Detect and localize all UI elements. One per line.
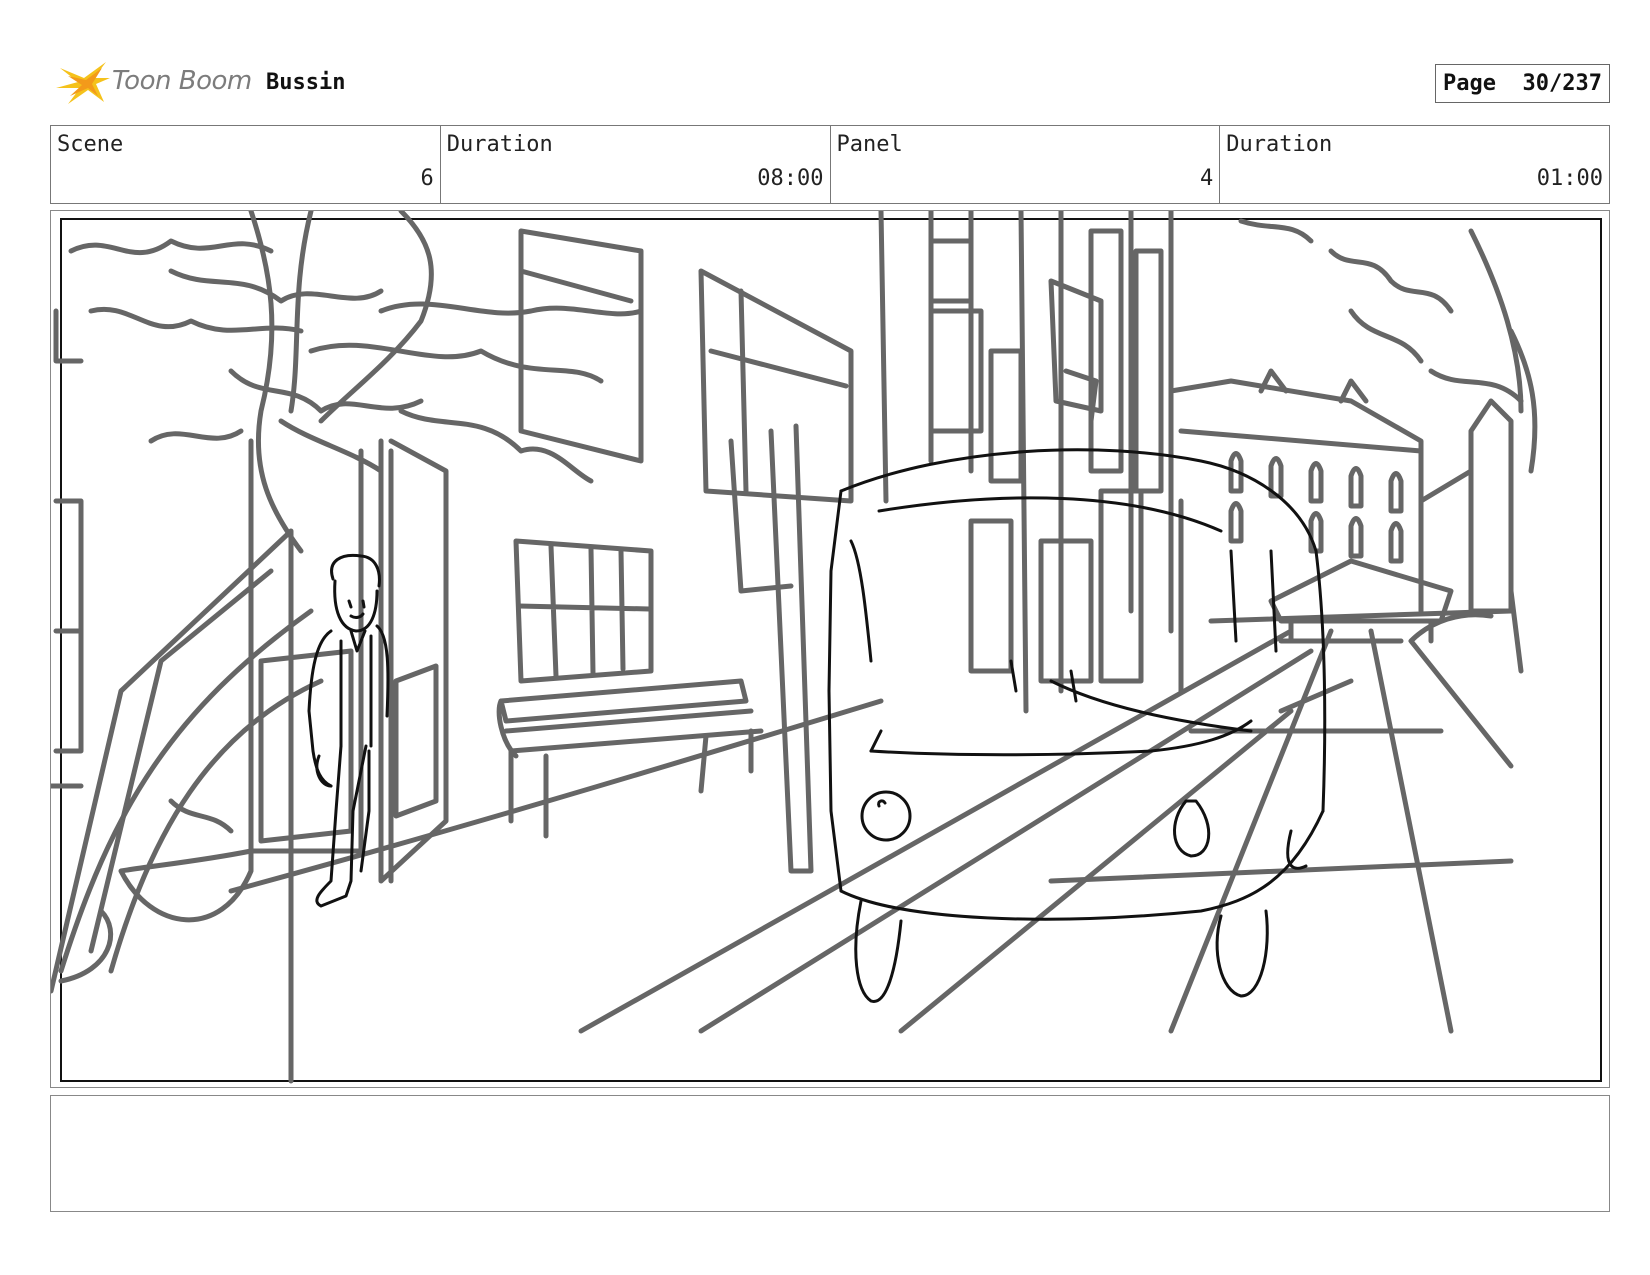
scene-value: 6 <box>420 166 434 191</box>
storyboard-panel <box>50 210 1610 1088</box>
background-sketch <box>51 211 1538 1084</box>
bus-sketch <box>827 448 1327 1003</box>
toon-boom-logo: Toon Boom <box>54 58 254 108</box>
page-indicator: Page 30/237 <box>1435 64 1610 103</box>
panel-duration-value: 01:00 <box>1536 166 1603 191</box>
starburst-icon <box>56 62 110 104</box>
sketch-drawing <box>51 211 1602 1084</box>
scene-cell: Scene 6 <box>51 126 441 203</box>
panel-duration-label: Duration <box>1226 132 1333 157</box>
panel-notes <box>50 1095 1610 1212</box>
project-title: Bussin <box>266 70 346 95</box>
page-header: Toon Boom Bussin Page 30/237 <box>50 58 1610 108</box>
scene-label: Scene <box>57 132 124 157</box>
logo-wordmark: Toon Boom <box>112 66 252 96</box>
panel-value: 4 <box>1200 166 1214 191</box>
page-number: 30/237 <box>1522 71 1602 96</box>
panel-duration-cell: Duration 01:00 <box>1220 126 1609 203</box>
scene-duration-value: 08:00 <box>757 166 824 191</box>
panel-cell: Panel 4 <box>831 126 1221 203</box>
panel-info-table: Scene 6 Duration 08:00 Panel 4 Duration … <box>50 125 1610 204</box>
panel-label: Panel <box>836 132 903 157</box>
page-label: Page <box>1443 71 1497 96</box>
scene-duration-cell: Duration 08:00 <box>441 126 831 203</box>
scene-duration-label: Duration <box>446 132 553 157</box>
